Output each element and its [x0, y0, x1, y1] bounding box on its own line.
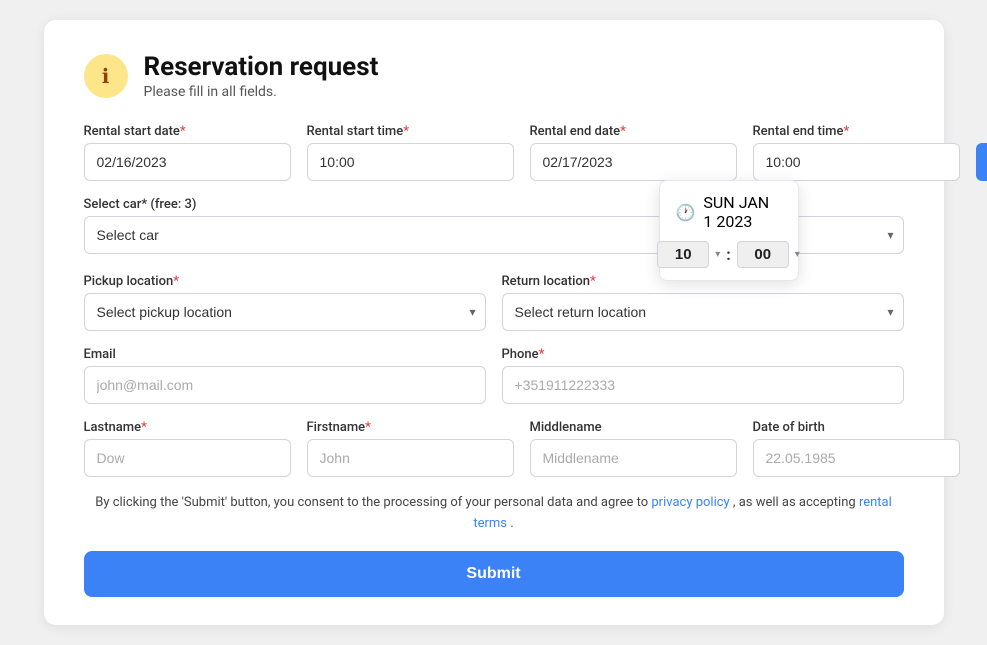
- pickup-location-select[interactable]: Select pickup location: [84, 293, 486, 331]
- card-header: ℹ Reservation request Please fill in all…: [84, 52, 904, 100]
- reservation-card: ℹ Reservation request Please fill in all…: [44, 20, 944, 625]
- hour-select[interactable]: 10 11 12: [657, 241, 709, 268]
- return-location-wrapper: Select return location ▾: [502, 293, 904, 331]
- firstname-input[interactable]: [307, 439, 514, 477]
- time-popup-selects: 10 11 12 ▾ : 00 15 30 45 ▾: [657, 241, 800, 268]
- pickup-location-label: Pickup location*: [84, 274, 486, 289]
- middlename-input[interactable]: [530, 439, 737, 477]
- email-group: Email: [84, 347, 486, 404]
- hour-chevron-icon: ▾: [715, 249, 720, 260]
- dates-row: Rental start date* Rental start time* Re…: [84, 124, 904, 181]
- time-colon: :: [726, 245, 731, 264]
- contact-row: Email Phone*: [84, 347, 904, 404]
- rental-start-date-group: Rental start date*: [84, 124, 291, 181]
- rental-end-date-group: Rental end date*: [530, 124, 737, 181]
- consent-text: By clicking the 'Submit' button, you con…: [84, 493, 904, 535]
- lastname-group: Lastname*: [84, 420, 291, 477]
- firstname-label: Firstname*: [307, 420, 514, 435]
- minute-select[interactable]: 00 15 30 45: [737, 241, 789, 268]
- privacy-policy-link[interactable]: privacy policy: [651, 495, 729, 510]
- phone-input[interactable]: [502, 366, 904, 404]
- rental-end-time-group: Rental end time*: [753, 124, 960, 181]
- header-text: Reservation request Please fill in all f…: [144, 52, 379, 100]
- lastname-input[interactable]: [84, 439, 291, 477]
- time-picker-popup: 🕐 SUN JAN 1 2023 10 11 12 ▾ : 00 15: [659, 180, 799, 281]
- phone-group: Phone*: [502, 347, 904, 404]
- email-input[interactable]: [84, 366, 486, 404]
- rental-start-date-input[interactable]: [84, 143, 291, 181]
- rental-end-date-label: Rental end date*: [530, 124, 737, 139]
- rental-end-date-input[interactable]: [530, 143, 737, 181]
- clock-icon: 🕐: [676, 203, 696, 222]
- search-button[interactable]: Search: [976, 143, 987, 181]
- pickup-location-wrapper: Select pickup location ▾: [84, 293, 486, 331]
- name-row: Lastname* Firstname* Middlename Date of …: [84, 420, 904, 477]
- middlename-group: Middlename: [530, 420, 737, 477]
- rental-start-time-input[interactable]: [307, 143, 514, 181]
- rental-end-time-label: Rental end time*: [753, 124, 960, 139]
- dob-label: Date of birth: [753, 420, 960, 435]
- return-location-group: Return location* Select return location …: [502, 274, 904, 331]
- minute-chevron-icon: ▾: [795, 249, 800, 260]
- firstname-group: Firstname*: [307, 420, 514, 477]
- middlename-label: Middlename: [530, 420, 737, 435]
- popup-date-header: SUN JAN 1 2023: [703, 193, 781, 231]
- page-subtitle: Please fill in all fields.: [144, 84, 379, 100]
- page-title: Reservation request: [144, 52, 379, 82]
- rental-start-time-group: Rental start time*: [307, 124, 514, 181]
- rental-end-time-input[interactable]: [753, 143, 960, 181]
- rental-start-date-label: Rental start date*: [84, 124, 291, 139]
- popup-clock-row: 🕐 SUN JAN 1 2023: [676, 193, 782, 231]
- location-row: Pickup location* Select pickup location …: [84, 274, 904, 331]
- pickup-location-group: Pickup location* Select pickup location …: [84, 274, 486, 331]
- dob-group: Date of birth: [753, 420, 960, 477]
- submit-button[interactable]: Submit: [84, 551, 904, 597]
- dob-input[interactable]: [753, 439, 960, 477]
- lastname-label: Lastname*: [84, 420, 291, 435]
- email-label: Email: [84, 347, 486, 362]
- popup-day: SUN JAN 1 2023: [703, 193, 781, 231]
- return-location-select[interactable]: Select return location: [502, 293, 904, 331]
- info-icon: ℹ: [84, 54, 128, 98]
- rental-start-time-label: Rental start time*: [307, 124, 514, 139]
- phone-label: Phone*: [502, 347, 904, 362]
